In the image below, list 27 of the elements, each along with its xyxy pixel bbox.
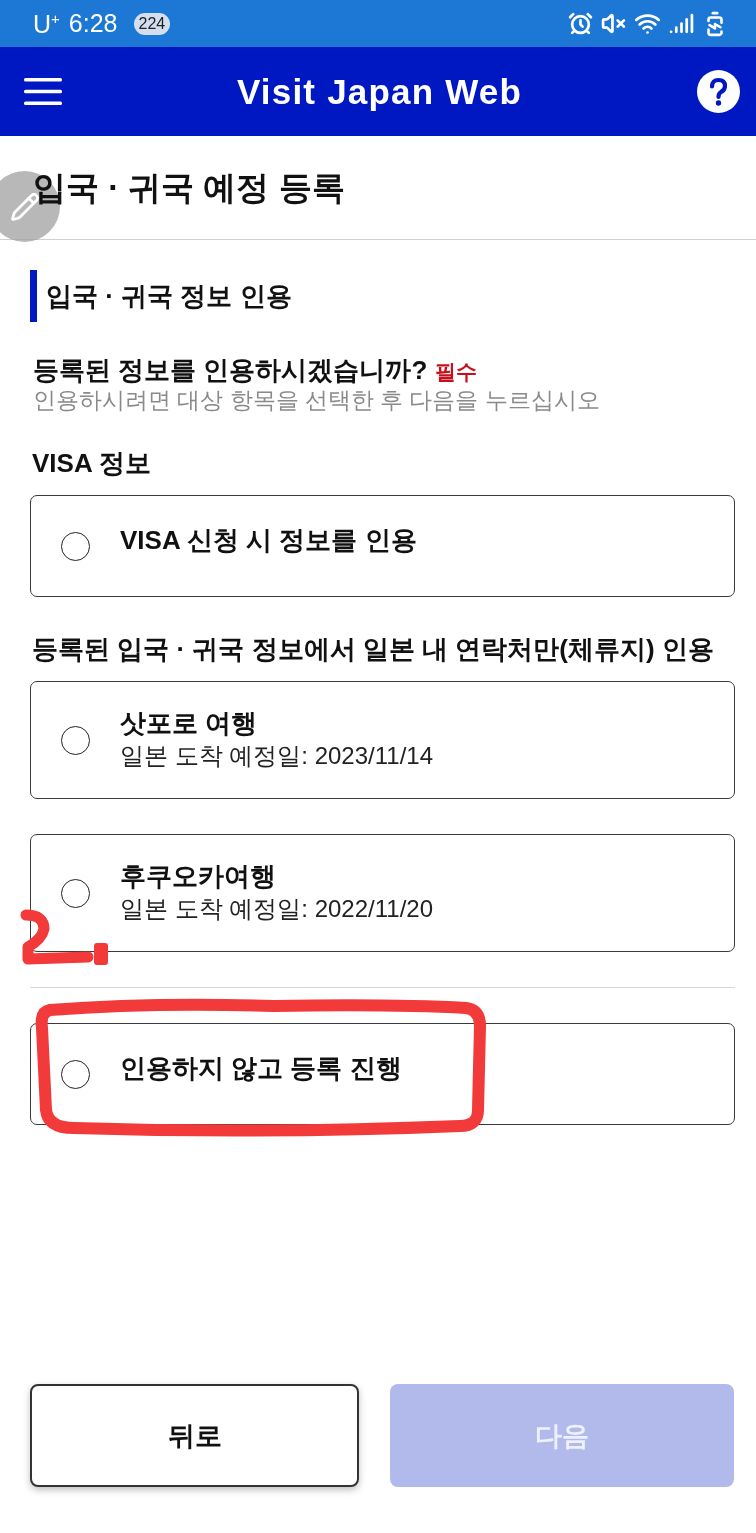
option-card[interactable]: VISA 신청 시 정보를 인용 (30, 495, 735, 597)
option-card[interactable]: 인용하지 않고 등록 진행 (30, 1023, 735, 1125)
option-title: 인용하지 않고 등록 진행 (120, 1052, 402, 1084)
carrier-label: U$^{+}$ (33, 10, 60, 37)
group-label: 등록된 입국 · 귀국 정보에서 일본 내 연락처만(체류지) 인용 (31, 633, 715, 665)
option-card[interactable]: 후쿠오카여행 일본 도착 예정일: 2022/11/20 (30, 834, 735, 952)
menu-icon[interactable] (24, 78, 62, 105)
option-title: 삿포로 여행 (120, 707, 259, 739)
back-button[interactable]: 뒤로 (30, 1384, 359, 1487)
help-icon[interactable] (697, 70, 740, 113)
signal-icon (669, 11, 694, 36)
required-label: 필수 (435, 359, 478, 385)
muted-speaker-icon (601, 11, 626, 36)
hint-text: 인용하시려면 대상 항목을 선택한 후 다음을 누르십시오 (32, 387, 601, 415)
option-title: 후쿠오카여행 (120, 860, 277, 892)
clock-time: 6:28 (68, 11, 118, 36)
page-title: 입국 · 귀국 예정 등록 (33, 168, 345, 208)
arrival-date: 일본 도착 예정일: 2022/11/20 (120, 894, 433, 924)
question-label: 등록된 정보를 인용하시겠습니까? (33, 354, 428, 386)
option-card[interactable]: 삿포로 여행 일본 도착 예정일: 2023/11/14 (30, 681, 735, 799)
alarm-clock-icon (568, 11, 593, 36)
section-heading: 입국 · 귀국 정보 인용 (30, 270, 735, 322)
option-title: VISA 신청 시 정보를 인용 (120, 524, 417, 556)
group-label: VISA 정보 (31, 447, 152, 479)
arrival-date: 일본 도착 예정일: 2023/11/14 (120, 741, 433, 771)
notification-count: 224 (133, 12, 171, 35)
app-title: Visit Japan Web (236, 71, 523, 112)
